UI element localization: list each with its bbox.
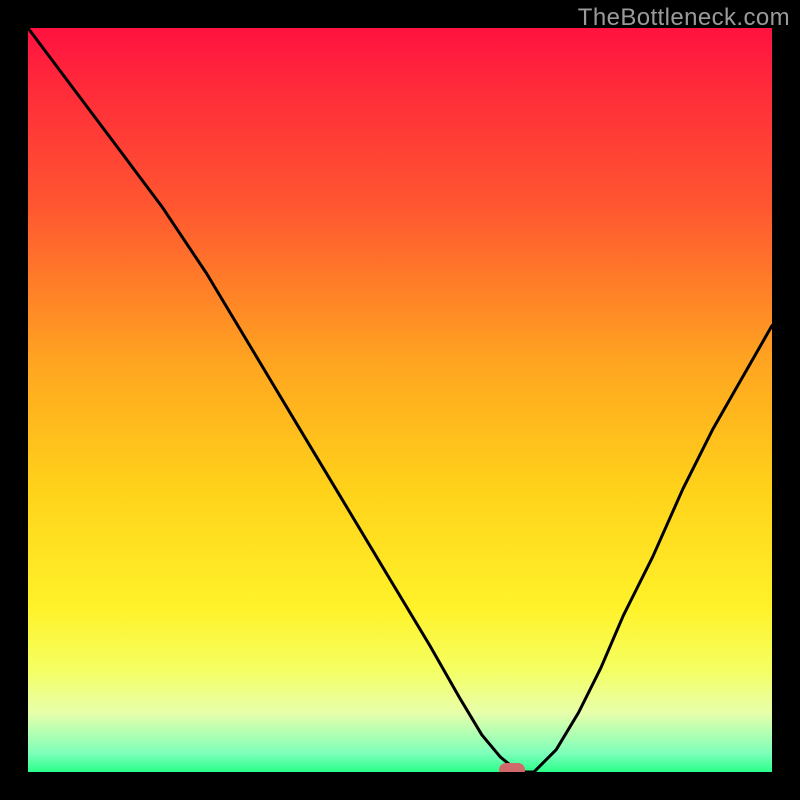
optimum-marker	[499, 763, 525, 772]
curve-path	[28, 28, 772, 772]
bottleneck-curve	[28, 28, 772, 772]
chart-frame: TheBottleneck.com	[0, 0, 800, 800]
plot-area	[28, 28, 772, 772]
